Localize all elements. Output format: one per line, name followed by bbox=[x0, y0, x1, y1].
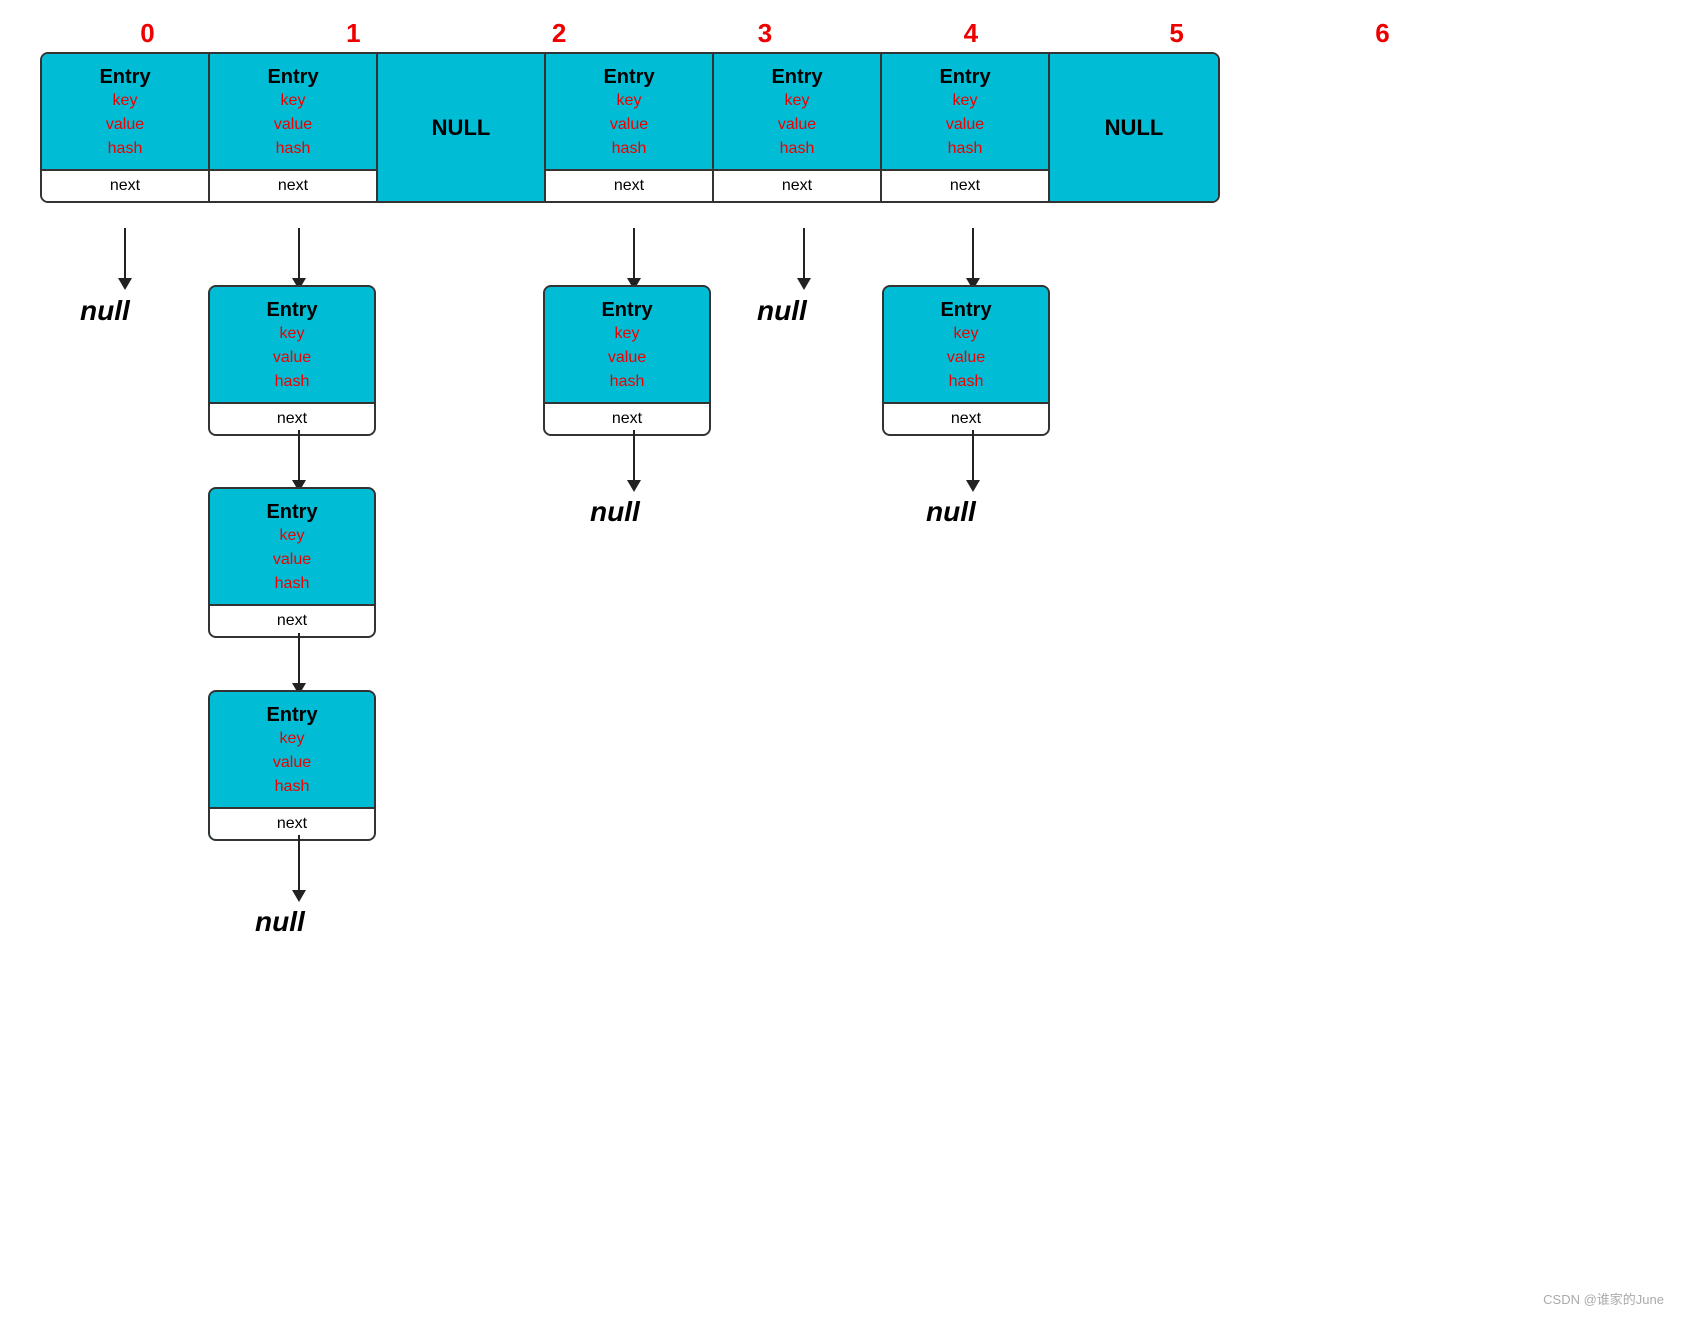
array-entry-1: Entry key value hash next bbox=[210, 54, 378, 201]
arrow-col1-1 bbox=[292, 228, 306, 290]
arrow-col5-1 bbox=[966, 228, 980, 290]
null-col3: null bbox=[590, 496, 640, 528]
array-null-6: NULL bbox=[1050, 54, 1218, 201]
null-col4: null bbox=[757, 295, 807, 327]
array-entry-3: Entry key value hash next bbox=[546, 54, 714, 201]
index-6: 6 bbox=[1290, 18, 1475, 49]
null-col5: null bbox=[926, 496, 976, 528]
next-bar-c1-2: next bbox=[210, 604, 374, 636]
arrow-col4 bbox=[797, 228, 811, 290]
entry-title-5: Entry bbox=[939, 66, 990, 89]
index-1: 1 bbox=[261, 18, 446, 49]
entry-value-3: value bbox=[603, 113, 654, 137]
array-entry-5: Entry key value hash next bbox=[882, 54, 1050, 201]
chain1-entry2: Entry key value hash next bbox=[208, 487, 376, 638]
next-bar-0: next bbox=[42, 169, 208, 201]
null-col0: null bbox=[80, 295, 130, 327]
index-5: 5 bbox=[1084, 18, 1269, 49]
arrow-col3-1 bbox=[627, 228, 641, 290]
entry-value-5: value bbox=[939, 113, 990, 137]
index-3: 3 bbox=[672, 18, 857, 49]
arrow-col5-null bbox=[966, 430, 980, 492]
next-bar-1: next bbox=[210, 169, 376, 201]
index-0: 0 bbox=[55, 18, 240, 49]
watermark: CSDN @谁家的June bbox=[1543, 1289, 1664, 1308]
entry-title-3: Entry bbox=[603, 66, 654, 89]
arrow-col1-3 bbox=[292, 633, 306, 695]
entry-value-1: value bbox=[267, 113, 318, 137]
arrow-col1-null bbox=[292, 835, 306, 902]
entry-hash-3: hash bbox=[603, 137, 654, 161]
entry-hash-5: hash bbox=[939, 137, 990, 161]
chain1-entry1: Entry key value hash next bbox=[208, 285, 376, 436]
entry-value-0: value bbox=[99, 113, 150, 137]
index-2: 2 bbox=[467, 18, 652, 49]
array-entry-0: Entry key value hash next bbox=[42, 54, 210, 201]
array-null-2: NULL bbox=[378, 54, 546, 201]
next-bar-4: next bbox=[714, 169, 880, 201]
chain5-entry1: Entry key value hash next bbox=[882, 285, 1050, 436]
arrow-col3-null bbox=[627, 430, 641, 492]
entry-key-4: key bbox=[771, 89, 822, 113]
next-bar-5: next bbox=[882, 169, 1048, 201]
index-row: 0 1 2 3 4 5 6 bbox=[55, 18, 1475, 49]
entry-hash-1: hash bbox=[267, 137, 318, 161]
entry-title-4: Entry bbox=[771, 66, 822, 89]
array-entry-4: Entry key value hash next bbox=[714, 54, 882, 201]
entry-title-1: Entry bbox=[267, 66, 318, 89]
entry-value-4: value bbox=[771, 113, 822, 137]
entry-key-0: key bbox=[99, 89, 150, 113]
chain3-entry1: Entry key value hash next bbox=[543, 285, 711, 436]
entry-key-1: key bbox=[267, 89, 318, 113]
arrow-col1-2 bbox=[292, 430, 306, 492]
null-col1: null bbox=[255, 906, 305, 938]
chain1-entry3: Entry key value hash next bbox=[208, 690, 376, 841]
array-row: Entry key value hash next Entry key valu… bbox=[40, 52, 1220, 203]
next-bar-3: next bbox=[546, 169, 712, 201]
entry-key-3: key bbox=[603, 89, 654, 113]
entry-hash-4: hash bbox=[771, 137, 822, 161]
index-4: 4 bbox=[878, 18, 1063, 49]
arrow-col0 bbox=[118, 228, 132, 290]
entry-title-0: Entry bbox=[99, 66, 150, 89]
entry-hash-0: hash bbox=[99, 137, 150, 161]
entry-key-5: key bbox=[939, 89, 990, 113]
